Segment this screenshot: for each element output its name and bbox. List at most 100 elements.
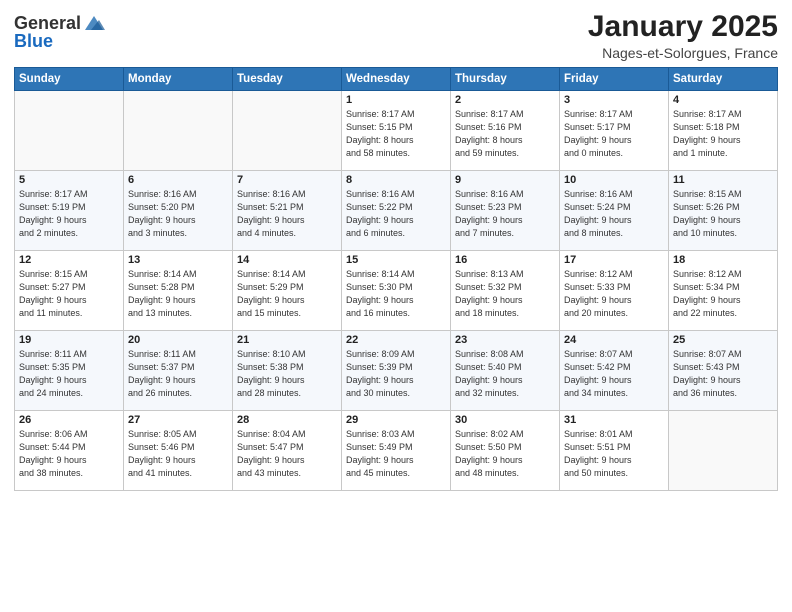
day-info: Sunrise: 8:16 AMSunset: 5:20 PMDaylight:…	[128, 188, 228, 240]
day-info: Sunrise: 8:14 AMSunset: 5:28 PMDaylight:…	[128, 268, 228, 320]
day-number: 24	[564, 334, 664, 346]
day-info: Sunrise: 8:17 AMSunset: 5:19 PMDaylight:…	[19, 188, 119, 240]
logo: General Blue	[14, 14, 105, 50]
day-number: 11	[673, 174, 773, 186]
table-row: 13Sunrise: 8:14 AMSunset: 5:28 PMDayligh…	[124, 251, 233, 331]
table-row: 30 Sunrise: 8:02 AMSunset: 5:50 PMDayligh…	[451, 411, 560, 491]
day-number: 6	[128, 174, 228, 186]
table-row: 28Sunrise: 8:04 AMSunset: 5:47 PMDayligh…	[233, 411, 342, 491]
table-row: 19 Sunrise: 8:11 AMSunset: 5:35 PMDayligh…	[15, 331, 124, 411]
table-row: 4Sunrise: 8:17 AMSunset: 5:18 PMDaylight…	[669, 91, 778, 171]
header-saturday: Saturday	[669, 68, 778, 91]
title-block: January 2025 Nages-et-Solorgues, France	[588, 10, 778, 61]
day-info: Sunrise: 8:11 AMSunset: 5:37 PMDaylight:…	[128, 348, 228, 400]
day-number: 28	[237, 414, 337, 426]
header-monday: Monday	[124, 68, 233, 91]
calendar-week-row: 5 Sunrise: 8:17 AMSunset: 5:19 PMDaylight…	[15, 171, 778, 251]
table-row: 6 Sunrise: 8:16 AMSunset: 5:20 PMDaylight…	[124, 171, 233, 251]
day-info: Sunrise: 8:13 AMSunset: 5:32 PMDaylight:…	[455, 268, 555, 320]
day-number: 1	[346, 94, 446, 106]
day-number: 12	[19, 254, 119, 266]
location: Nages-et-Solorgues, France	[588, 45, 778, 61]
day-info: Sunrise: 8:07 AMSunset: 5:43 PMDaylight:…	[673, 348, 773, 400]
day-info: Sunrise: 8:01 AMSunset: 5:51 PMDaylight:…	[564, 428, 664, 480]
day-number: 23	[455, 334, 555, 346]
table-row	[669, 411, 778, 491]
day-info: Sunrise: 8:03 AMSunset: 5:49 PMDaylight:…	[346, 428, 446, 480]
table-row: 27Sunrise: 8:05 AMSunset: 5:46 PMDayligh…	[124, 411, 233, 491]
day-number: 29	[346, 414, 446, 426]
day-info: Sunrise: 8:14 AMSunset: 5:29 PMDaylight:…	[237, 268, 337, 320]
day-number: 21	[237, 334, 337, 346]
table-row: 16Sunrise: 8:13 AMSunset: 5:32 PMDayligh…	[451, 251, 560, 331]
table-row: 20 Sunrise: 8:11 AMSunset: 5:37 PMDayligh…	[124, 331, 233, 411]
table-row	[124, 91, 233, 171]
table-row: 11 Sunrise: 8:15 AMSunset: 5:26 PMDayligh…	[669, 171, 778, 251]
table-row: 29 Sunrise: 8:03 AMSunset: 5:49 PMDayligh…	[342, 411, 451, 491]
header-wednesday: Wednesday	[342, 68, 451, 91]
day-info: Sunrise: 8:11 AMSunset: 5:35 PMDaylight:…	[19, 348, 119, 400]
day-number: 26	[19, 414, 119, 426]
header-sunday: Sunday	[15, 68, 124, 91]
day-number: 5	[19, 174, 119, 186]
day-info: Sunrise: 8:17 AMSunset: 5:17 PMDaylight:…	[564, 108, 664, 160]
day-number: 22	[346, 334, 446, 346]
day-info: Sunrise: 8:08 AMSunset: 5:40 PMDaylight:…	[455, 348, 555, 400]
calendar-header-row: Sunday Monday Tuesday Wednesday Thursday…	[15, 68, 778, 91]
table-row: 22Sunrise: 8:09 AMSunset: 5:39 PMDayligh…	[342, 331, 451, 411]
table-row: 15 Sunrise: 8:14 AMSunset: 5:30 PMDayligh…	[342, 251, 451, 331]
table-row: 12Sunrise: 8:15 AMSunset: 5:27 PMDayligh…	[15, 251, 124, 331]
day-info: Sunrise: 8:07 AMSunset: 5:42 PMDaylight:…	[564, 348, 664, 400]
calendar-week-row: 19 Sunrise: 8:11 AMSunset: 5:35 PMDayligh…	[15, 331, 778, 411]
header-tuesday: Tuesday	[233, 68, 342, 91]
day-info: Sunrise: 8:16 AMSunset: 5:21 PMDaylight:…	[237, 188, 337, 240]
day-info: Sunrise: 8:17 AMSunset: 5:15 PMDaylight:…	[346, 108, 446, 160]
day-number: 18	[673, 254, 773, 266]
logo-blue-text: Blue	[14, 32, 53, 50]
table-row: 14Sunrise: 8:14 AMSunset: 5:29 PMDayligh…	[233, 251, 342, 331]
day-info: Sunrise: 8:12 AMSunset: 5:33 PMDaylight:…	[564, 268, 664, 320]
calendar-week-row: 26 Sunrise: 8:06 AMSunset: 5:44 PMDayligh…	[15, 411, 778, 491]
day-number: 10	[564, 174, 664, 186]
header-thursday: Thursday	[451, 68, 560, 91]
day-number: 8	[346, 174, 446, 186]
logo-icon	[83, 14, 105, 32]
day-info: Sunrise: 8:16 AMSunset: 5:24 PMDaylight:…	[564, 188, 664, 240]
day-number: 2	[455, 94, 555, 106]
day-info: Sunrise: 8:02 AMSunset: 5:50 PMDaylight:…	[455, 428, 555, 480]
table-row	[15, 91, 124, 171]
day-number: 3	[564, 94, 664, 106]
table-row: 2 Sunrise: 8:17 AMSunset: 5:16 PMDaylight…	[451, 91, 560, 171]
day-info: Sunrise: 8:14 AMSunset: 5:30 PMDaylight:…	[346, 268, 446, 320]
table-row: 31 Sunrise: 8:01 AMSunset: 5:51 PMDayligh…	[560, 411, 669, 491]
table-row: 26 Sunrise: 8:06 AMSunset: 5:44 PMDayligh…	[15, 411, 124, 491]
day-number: 9	[455, 174, 555, 186]
day-number: 19	[19, 334, 119, 346]
day-number: 17	[564, 254, 664, 266]
calendar-week-row: 1 Sunrise: 8:17 AMSunset: 5:15 PMDaylight…	[15, 91, 778, 171]
day-info: Sunrise: 8:05 AMSunset: 5:46 PMDaylight:…	[128, 428, 228, 480]
table-row: 10 Sunrise: 8:16 AMSunset: 5:24 PMDayligh…	[560, 171, 669, 251]
day-number: 20	[128, 334, 228, 346]
calendar-week-row: 12Sunrise: 8:15 AMSunset: 5:27 PMDayligh…	[15, 251, 778, 331]
table-row: 1 Sunrise: 8:17 AMSunset: 5:15 PMDaylight…	[342, 91, 451, 171]
table-row: 3 Sunrise: 8:17 AMSunset: 5:17 PMDaylight…	[560, 91, 669, 171]
table-row: 7Sunrise: 8:16 AMSunset: 5:21 PMDaylight…	[233, 171, 342, 251]
day-info: Sunrise: 8:15 AMSunset: 5:26 PMDaylight:…	[673, 188, 773, 240]
day-number: 15	[346, 254, 446, 266]
day-info: Sunrise: 8:17 AMSunset: 5:16 PMDaylight:…	[455, 108, 555, 160]
table-row: 24 Sunrise: 8:07 AMSunset: 5:42 PMDayligh…	[560, 331, 669, 411]
day-number: 30	[455, 414, 555, 426]
calendar-body: 1 Sunrise: 8:17 AMSunset: 5:15 PMDaylight…	[15, 91, 778, 491]
day-info: Sunrise: 8:16 AMSunset: 5:22 PMDaylight:…	[346, 188, 446, 240]
table-row: 17 Sunrise: 8:12 AMSunset: 5:33 PMDayligh…	[560, 251, 669, 331]
day-number: 31	[564, 414, 664, 426]
table-row: 8 Sunrise: 8:16 AMSunset: 5:22 PMDaylight…	[342, 171, 451, 251]
table-row: 18 Sunrise: 8:12 AMSunset: 5:34 PMDayligh…	[669, 251, 778, 331]
day-info: Sunrise: 8:10 AMSunset: 5:38 PMDaylight:…	[237, 348, 337, 400]
day-info: Sunrise: 8:12 AMSunset: 5:34 PMDaylight:…	[673, 268, 773, 320]
day-number: 25	[673, 334, 773, 346]
day-info: Sunrise: 8:16 AMSunset: 5:23 PMDaylight:…	[455, 188, 555, 240]
page: General Blue January 2025 Nages-et-Solor…	[0, 0, 792, 612]
day-info: Sunrise: 8:06 AMSunset: 5:44 PMDaylight:…	[19, 428, 119, 480]
